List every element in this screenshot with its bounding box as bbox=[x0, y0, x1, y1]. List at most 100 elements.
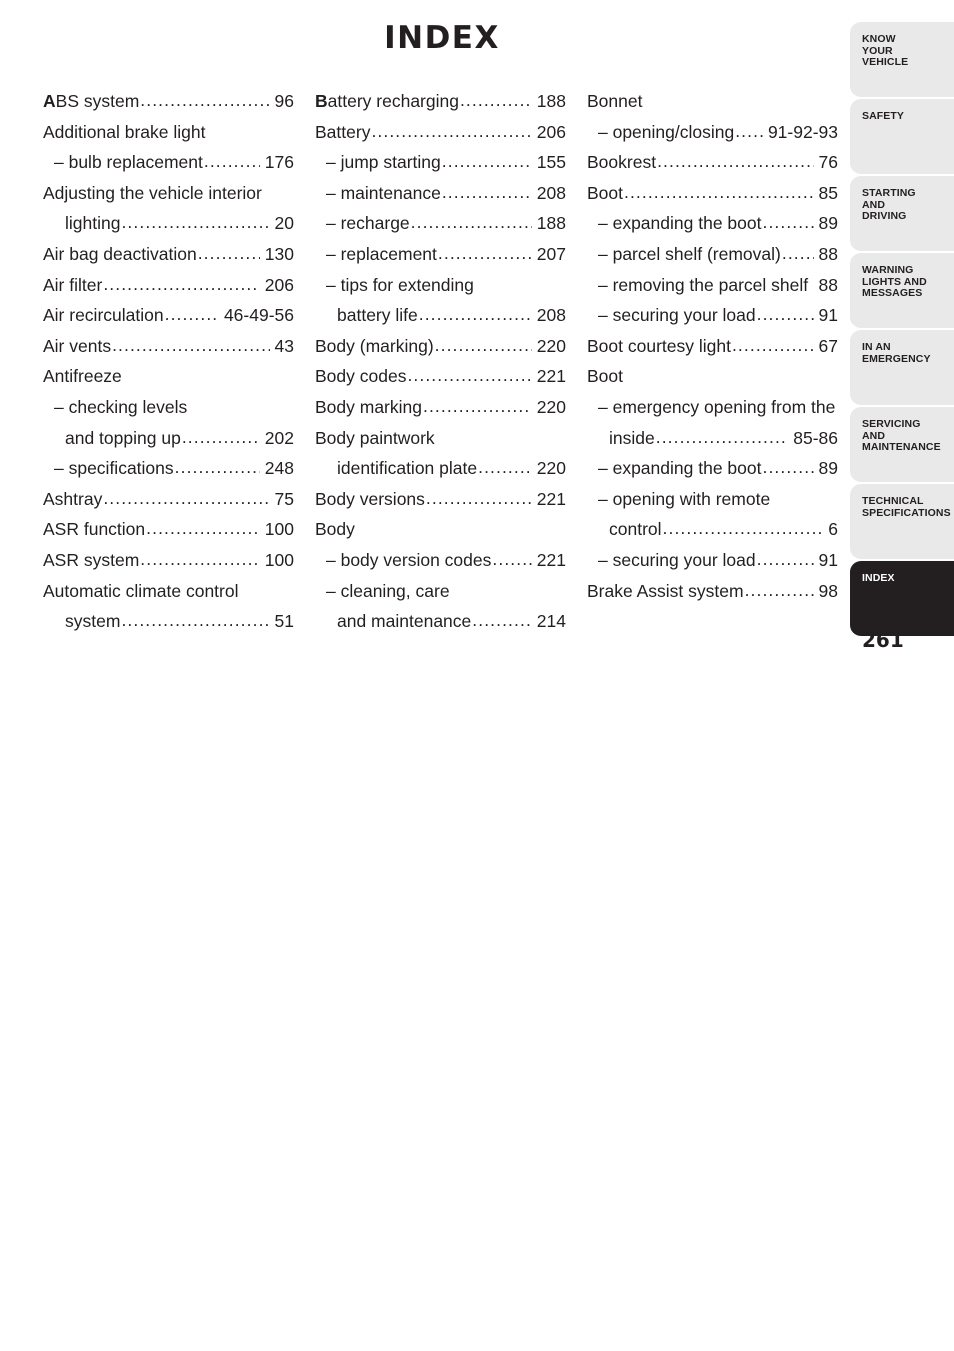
index-entry[interactable]: Body codes 221 bbox=[315, 361, 566, 392]
index-entry[interactable]: – bulb replacement 176 bbox=[43, 147, 294, 178]
leader-dots bbox=[103, 484, 269, 514]
leader-dots bbox=[438, 239, 532, 269]
tab-technical-specifications[interactable]: TECHNICAL SPECIFICATIONS bbox=[850, 484, 954, 559]
index-entry-label: – securing your load bbox=[598, 305, 756, 326]
leader-dots bbox=[411, 208, 532, 238]
index-entry-label: – emergency opening from the bbox=[598, 396, 836, 417]
leader-dots bbox=[442, 147, 532, 177]
index-entry[interactable]: system 51 bbox=[43, 606, 294, 637]
index-entry[interactable]: Body bbox=[315, 514, 566, 545]
index-entry[interactable]: – body version codes 221 bbox=[315, 545, 566, 576]
leader-dots bbox=[732, 331, 814, 361]
index-entry[interactable]: Automatic climate control bbox=[43, 576, 294, 607]
index-entry-label: Battery recharging bbox=[315, 86, 459, 117]
index-entry[interactable]: – jump starting 155 bbox=[315, 147, 566, 178]
index-entry-label: Adjusting the vehicle interior bbox=[43, 182, 262, 203]
index-entry-page: 155 bbox=[536, 152, 566, 173]
index-entry-label: identification plate bbox=[337, 458, 478, 479]
index-entry[interactable]: – removing the parcel shelf 88 bbox=[587, 270, 838, 301]
index-entry[interactable]: ASR function 100 bbox=[43, 514, 294, 545]
tab-label-line: VEHICLE bbox=[862, 56, 909, 68]
index-entry[interactable]: Bookrest 76 bbox=[587, 147, 838, 178]
leader-dots bbox=[782, 239, 814, 269]
index-entry[interactable]: – expanding the boot 89 bbox=[587, 208, 838, 239]
index-entry[interactable]: and maintenance 214 bbox=[315, 606, 566, 637]
index-entry[interactable]: Additional brake light bbox=[43, 117, 294, 148]
index-entry-page: 221 bbox=[536, 488, 566, 509]
index-entry[interactable]: inside 85-86 bbox=[587, 423, 838, 454]
index-entry[interactable]: Antifreeze bbox=[43, 361, 294, 392]
index-entry-page: 51 bbox=[274, 611, 294, 632]
index-entry[interactable]: Air filter 206 bbox=[43, 270, 294, 301]
index-entry[interactable]: Ashtray 75 bbox=[43, 484, 294, 515]
index-entry[interactable]: identification plate 220 bbox=[315, 453, 566, 484]
index-entry[interactable]: Body (marking) 220 bbox=[315, 331, 566, 362]
index-entry[interactable]: – parcel shelf (removal) 88 bbox=[587, 239, 838, 270]
leader-dots bbox=[419, 300, 532, 330]
tab-in-an-emergency[interactable]: IN AN EMERGENCY bbox=[850, 330, 954, 405]
index-entry[interactable]: Brake Assist system 98 bbox=[587, 576, 838, 607]
index-entry[interactable]: – emergency opening from the bbox=[587, 392, 838, 423]
tab-index[interactable]: INDEX bbox=[850, 561, 954, 636]
index-entry[interactable]: – replacement 207 bbox=[315, 239, 566, 270]
index-entry[interactable]: battery life 208 bbox=[315, 300, 566, 331]
index-section-letter: B bbox=[315, 91, 328, 111]
index-entry[interactable]: Air vents 43 bbox=[43, 331, 294, 362]
index-entry-label: – checking levels bbox=[54, 396, 188, 417]
page-number: 261 bbox=[862, 628, 904, 652]
index-entry-label: and topping up bbox=[65, 427, 181, 448]
index-entry-label: – parcel shelf (removal) bbox=[598, 243, 781, 264]
index-entry[interactable]: Boot 85 bbox=[587, 178, 838, 209]
index-entry[interactable]: – securing your load 91 bbox=[587, 300, 838, 331]
index-entry-page: 91 bbox=[818, 305, 838, 326]
index-entry-label: Body bbox=[315, 519, 355, 540]
index-entry[interactable]: – checking levels bbox=[43, 392, 294, 423]
index-entry[interactable]: Air recirculation 46-49-56 bbox=[43, 300, 294, 331]
tab-starting-and-driving[interactable]: STARTING AND DRIVING bbox=[850, 176, 954, 251]
tab-safety[interactable]: SAFETY bbox=[850, 99, 954, 174]
index-entry-label: Air vents bbox=[43, 335, 112, 356]
index-entry[interactable]: Boot courtesy light 67 bbox=[587, 331, 838, 362]
index-entry[interactable]: Body marking 220 bbox=[315, 392, 566, 423]
index-entry[interactable]: – cleaning, care bbox=[315, 576, 566, 607]
tab-know-your-vehicle[interactable]: KNOW YOUR VEHICLE bbox=[850, 22, 954, 97]
index-entry[interactable]: Bonnet bbox=[587, 86, 838, 117]
index-entry[interactable]: – opening/closing 91-92-93 bbox=[587, 117, 838, 148]
index-entry[interactable]: – expanding the boot 89 bbox=[587, 453, 838, 484]
index-entry[interactable]: Body versions 221 bbox=[315, 484, 566, 515]
index-entry[interactable]: Battery recharging 188 bbox=[315, 86, 566, 117]
index-entry[interactable]: and topping up 202 bbox=[43, 423, 294, 454]
index-entry[interactable]: Boot bbox=[587, 361, 838, 392]
index-entry[interactable]: – tips for extending bbox=[315, 270, 566, 301]
leader-dots bbox=[175, 453, 260, 483]
tab-warning-lights-and-messages[interactable]: WARNING LIGHTS AND MESSAGES bbox=[850, 253, 954, 328]
index-entry-page: 221 bbox=[536, 549, 566, 570]
index-entry[interactable]: lighting 20 bbox=[43, 208, 294, 239]
index-entry[interactable]: Adjusting the vehicle interior bbox=[43, 178, 294, 209]
index-entry-label: ASR system bbox=[43, 549, 140, 570]
index-entry-page: 176 bbox=[264, 152, 294, 173]
index-entry[interactable]: Air bag deactivation 130 bbox=[43, 239, 294, 270]
leader-dots bbox=[198, 239, 260, 269]
tab-servicing-and-maintenance[interactable]: SERVICING AND MAINTENANCE bbox=[850, 407, 954, 482]
index-entry-page: 206 bbox=[264, 274, 294, 295]
index-entry[interactable]: – maintenance 208 bbox=[315, 178, 566, 209]
index-entry-label: Body marking bbox=[315, 396, 422, 417]
index-entry[interactable]: ABS system 96 bbox=[43, 86, 294, 117]
index-entry[interactable]: – opening with remote bbox=[587, 484, 838, 515]
index-entry[interactable]: – specifications 248 bbox=[43, 453, 294, 484]
index-entry[interactable]: Battery 206 bbox=[315, 117, 566, 148]
index-entry[interactable]: ASR system 100 bbox=[43, 545, 294, 576]
index-entry-page: 91 bbox=[818, 549, 838, 570]
index-entry-page: 214 bbox=[536, 611, 566, 632]
index-entry[interactable]: – recharge 188 bbox=[315, 208, 566, 239]
index-entry[interactable]: Body paintwork bbox=[315, 423, 566, 454]
index-entry-page: 221 bbox=[536, 366, 566, 387]
index-column-2: Battery recharging 188 Battery 206 – jump st… bbox=[315, 86, 566, 637]
index-entry-page: 208 bbox=[536, 305, 566, 326]
index-entry-label: – tips for extending bbox=[326, 274, 474, 295]
leader-dots bbox=[182, 423, 260, 453]
index-entry-label: – expanding the boot bbox=[598, 458, 762, 479]
index-entry[interactable]: – securing your load 91 bbox=[587, 545, 838, 576]
index-entry[interactable]: control 6 bbox=[587, 514, 838, 545]
